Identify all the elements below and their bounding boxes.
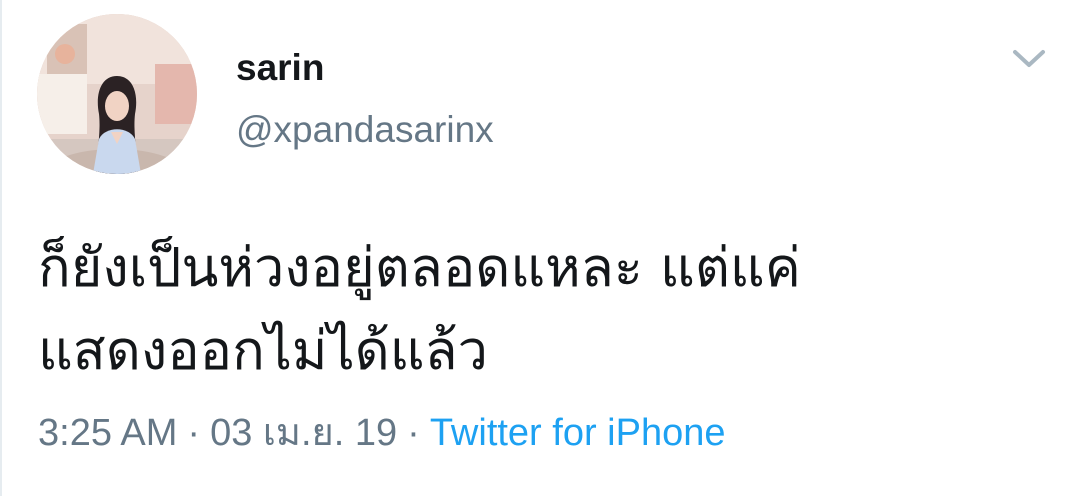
tweet-text-line-1: ก็ยังเป็นห่วงอยู่ตลอดแหละ แต่แค่ [38, 236, 801, 299]
left-border [0, 0, 2, 496]
tweet-text-line-2: แสดงออกไม่ได้แล้ว [38, 319, 488, 382]
chevron-down-icon [1013, 50, 1045, 67]
avatar[interactable] [37, 14, 197, 174]
tweet-text: ก็ยังเป็นห่วงอยู่ตลอดแหละ แต่แค่ แสดงออก… [38, 226, 1048, 392]
meta-separator: · [407, 412, 420, 454]
tweet-meta: 3:25 AM · 03 เม.ย. 19 · Twitter for iPhone [38, 408, 726, 458]
meta-separator: · [187, 412, 201, 454]
avatar-photo [37, 14, 197, 174]
display-name[interactable]: sarin [236, 46, 324, 90]
user-handle[interactable]: @xpandasarinx [236, 108, 494, 152]
tweet-date[interactable]: 03 เม.ย. 19 [210, 412, 397, 454]
tweet-time[interactable]: 3:25 AM [38, 412, 177, 454]
tweet-card: sarin @xpandasarinx ก็ยังเป็นห่วงอยู่ตลอ… [0, 0, 1070, 496]
more-options-button[interactable] [1008, 42, 1050, 76]
tweet-source-link[interactable]: Twitter for iPhone [430, 412, 726, 454]
